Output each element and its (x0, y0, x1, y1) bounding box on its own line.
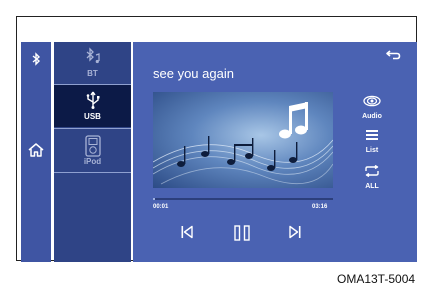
repeat-icon (365, 164, 379, 178)
album-art (153, 92, 333, 188)
back-icon[interactable] (385, 48, 401, 66)
next-icon (289, 225, 301, 239)
previous-track-button[interactable] (180, 225, 194, 244)
previous-icon (181, 225, 193, 239)
progress-fill (153, 198, 155, 200)
repeat-button[interactable]: ALL (357, 164, 387, 190)
bluetooth-icon[interactable] (21, 52, 51, 69)
source-list: BT USB iPod (54, 42, 131, 262)
progress-bar[interactable] (153, 198, 333, 200)
source-bt[interactable]: BT (54, 42, 131, 84)
audio-label: Audio (362, 113, 382, 120)
source-usb[interactable]: USB (54, 85, 131, 127)
player-panel: see you again 00:01 03:16 Audio List ALL (133, 42, 417, 262)
ipod-icon (85, 135, 101, 157)
pause-icon (234, 225, 250, 241)
usb-icon (86, 91, 100, 109)
list-icon (366, 130, 378, 140)
pause-button[interactable] (233, 225, 251, 246)
source-ipod-label: iPod (83, 157, 102, 166)
elapsed-time: 00:01 (153, 204, 169, 210)
left-rail (21, 42, 51, 262)
repeat-label: ALL (365, 183, 379, 190)
divider (54, 172, 131, 173)
source-usb-label: USB (84, 112, 101, 121)
bluetooth-music-icon (86, 47, 100, 64)
divider (54, 128, 131, 129)
next-track-button[interactable] (288, 225, 302, 244)
list-button[interactable]: List (357, 128, 387, 154)
source-bt-label: BT (87, 69, 98, 78)
total-time: 03:16 (312, 204, 328, 210)
home-icon[interactable] (21, 142, 51, 163)
source-ipod[interactable]: iPod (54, 130, 131, 172)
list-label: List (365, 147, 379, 154)
figure-code: OMA13T-5004 (337, 272, 416, 286)
audio-button[interactable]: Audio (357, 94, 387, 120)
music-notes-artwork (153, 102, 333, 185)
audio-icon (363, 95, 381, 107)
track-title: see you again (153, 66, 234, 81)
